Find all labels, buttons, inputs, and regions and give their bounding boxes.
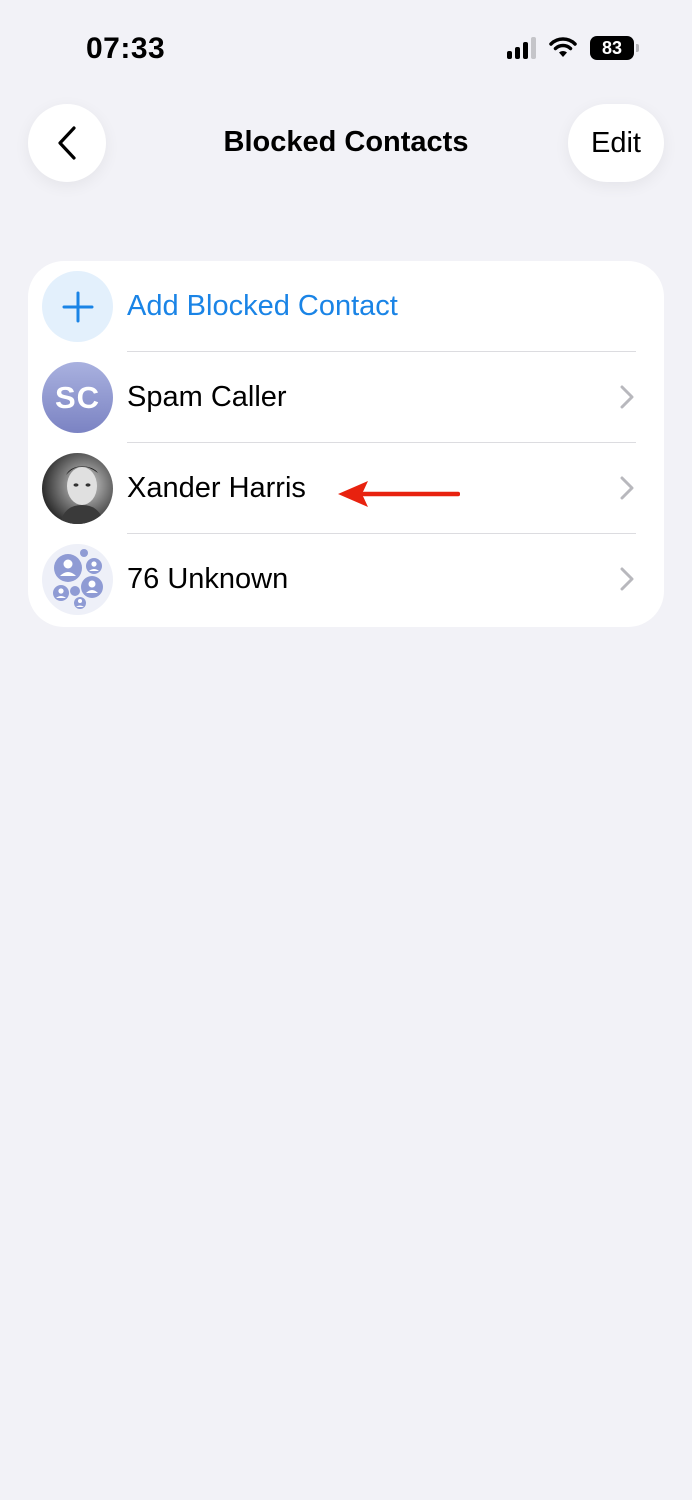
chevron-right-icon (620, 385, 634, 409)
battery-level: 83 (601, 37, 623, 58)
contact-row-spam-caller[interactable]: SC Spam Caller (28, 352, 664, 443)
contact-name: Xander Harris (127, 472, 306, 504)
wifi-icon (549, 37, 577, 57)
contact-row-76-unknown[interactable]: 76 Unknown (28, 534, 664, 625)
annotation-arrow-icon (338, 481, 460, 507)
blocked-contacts-screen: 07:33 83 Blocked Contacts Edit Add Block… (0, 0, 692, 1500)
contact-name: 76 Unknown (127, 563, 289, 595)
chevron-right-icon (620, 567, 634, 591)
contact-photo-avatar (42, 453, 113, 524)
contact-name: Spam Caller (127, 381, 287, 413)
avatar-initials: SC (42, 362, 113, 433)
plus-icon (42, 271, 113, 342)
add-blocked-contact-label: Add Blocked Contact (127, 290, 398, 322)
signal-icon (507, 37, 536, 59)
add-blocked-contact-row[interactable]: Add Blocked Contact (28, 261, 664, 352)
chevron-right-icon (620, 476, 634, 500)
edit-button[interactable]: Edit (568, 104, 664, 182)
status-icons: 83 (507, 36, 639, 60)
blocked-contacts-list: Add Blocked Contact SC Spam Caller Xande… (28, 261, 664, 627)
battery-icon: 83 (590, 36, 639, 60)
group-icon (42, 544, 113, 615)
status-time: 07:33 (86, 32, 166, 65)
